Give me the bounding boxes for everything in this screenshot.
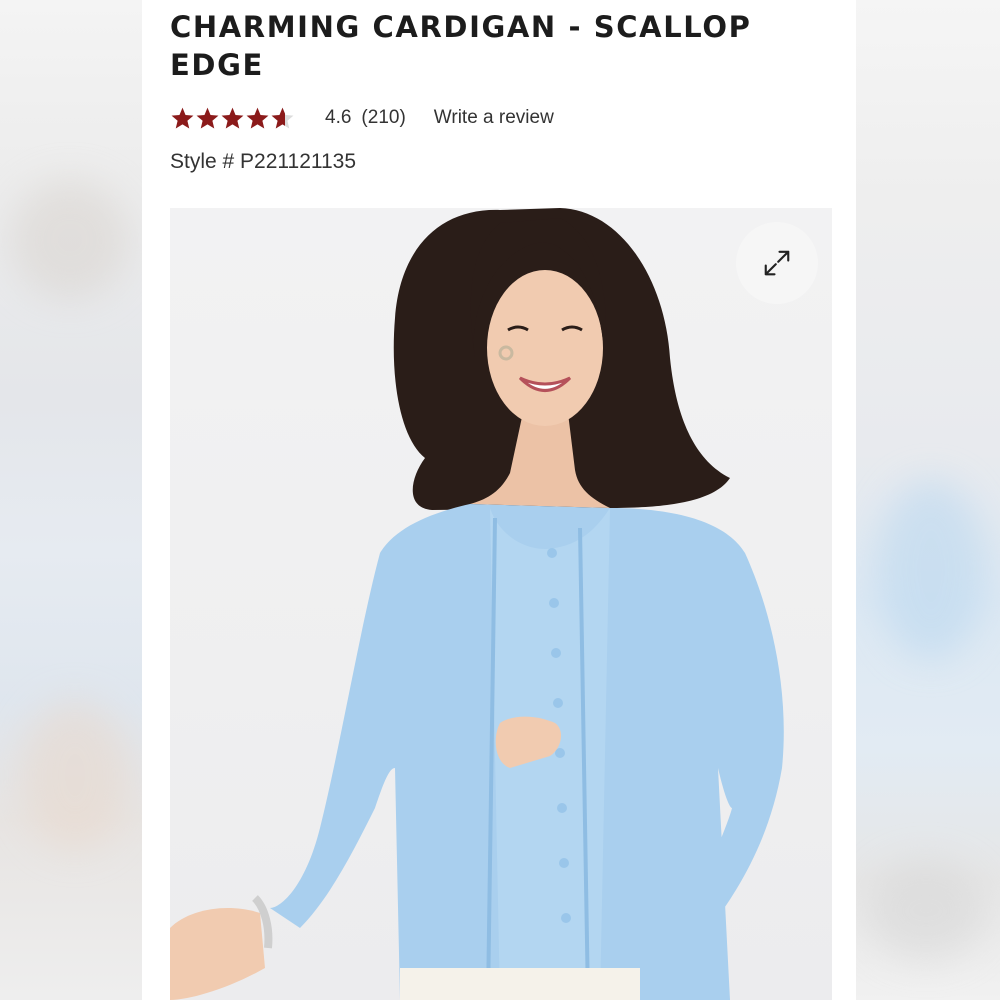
- star-icon: [196, 107, 219, 128]
- star-icon: [171, 107, 194, 128]
- blurred-background-left: [0, 0, 142, 1000]
- star-icon: [221, 107, 244, 128]
- blurred-background-right: [856, 0, 1000, 1000]
- write-review-link[interactable]: Write a review: [434, 107, 554, 129]
- half-star-icon: [271, 107, 294, 129]
- star-rating[interactable]: [170, 106, 295, 131]
- expand-icon: [764, 250, 790, 276]
- rating-value: 4.6: [325, 107, 352, 128]
- product-image[interactable]: [170, 208, 832, 1000]
- rating-row: 4.6 (210) Write a review: [170, 101, 554, 135]
- expand-image-button[interactable]: [736, 222, 818, 304]
- model-photo-illustration: [170, 208, 784, 1000]
- review-count[interactable]: (210): [361, 107, 405, 129]
- style-number: Style # P221121135: [170, 150, 357, 173]
- product-card: CHARMING CARDIGAN - SCALLOP EDGE 4.6 (21…: [142, 0, 856, 1000]
- star-icon: [246, 107, 269, 128]
- product-title: CHARMING CARDIGAN - SCALLOP EDGE: [170, 10, 752, 82]
